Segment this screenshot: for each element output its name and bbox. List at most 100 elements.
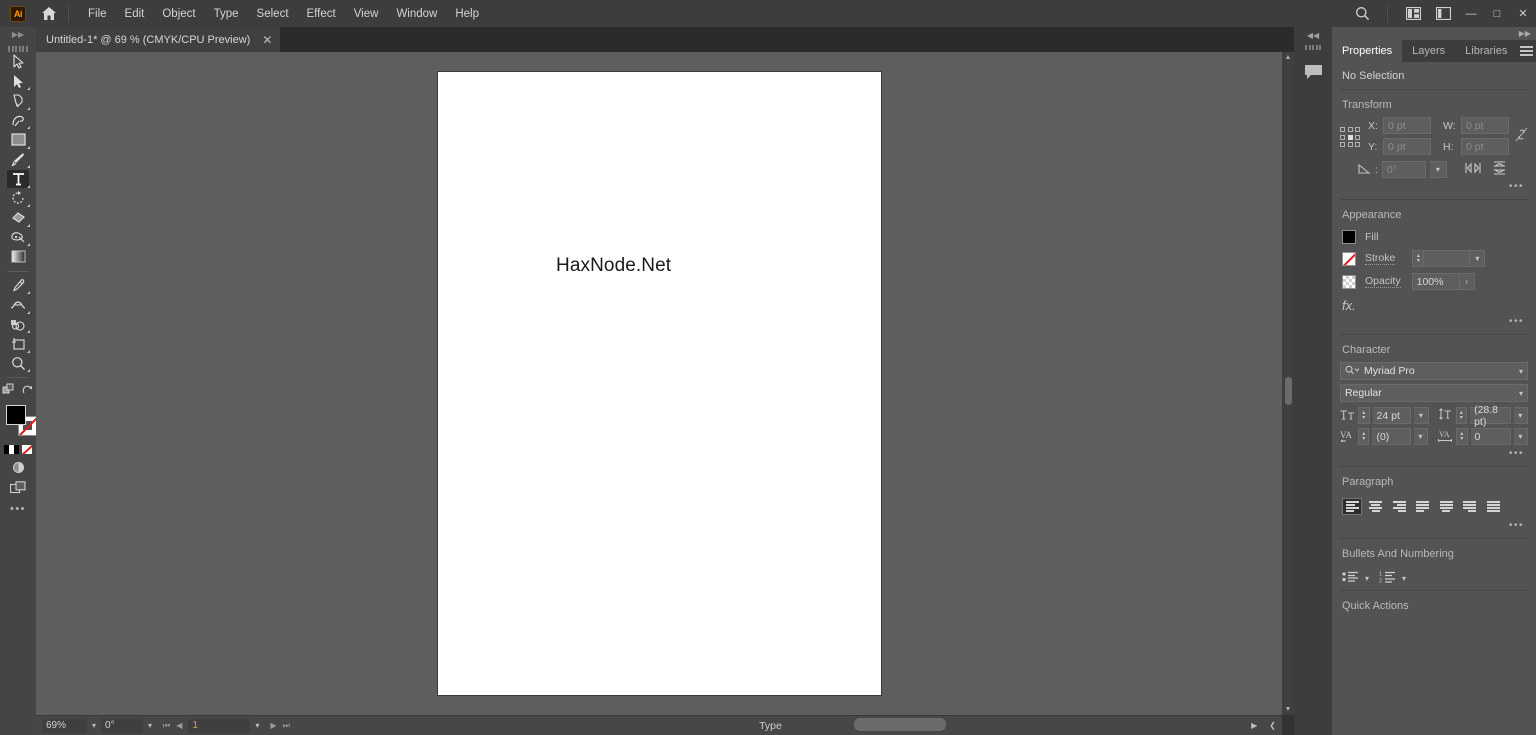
width-tool[interactable]	[0, 295, 36, 315]
flip-vertical-icon[interactable]	[1492, 161, 1507, 178]
status-expand-icon[interactable]: ▶	[1245, 721, 1263, 730]
screen-mode-icon[interactable]	[0, 477, 36, 497]
toolbar-collapse-icon[interactable]: ▶▶	[0, 27, 36, 41]
kerning-dropdown-icon[interactable]: ▾	[1413, 428, 1429, 445]
menu-edit[interactable]: Edit	[116, 4, 154, 24]
menu-window[interactable]: Window	[387, 4, 446, 24]
tracking-field[interactable]: 0	[1470, 428, 1511, 445]
font-size-stepper[interactable]: ▴ ▾	[1358, 407, 1370, 424]
menu-file[interactable]: File	[79, 4, 116, 24]
numbered-list-icon[interactable]: 12	[1379, 571, 1396, 585]
document-tab[interactable]: Untitled-1* @ 69 % (CMYK/CPU Preview) ✕	[36, 27, 282, 52]
menu-effect[interactable]: Effect	[298, 4, 345, 24]
opacity-label[interactable]: Opacity	[1365, 275, 1401, 288]
kerning-field[interactable]: (0)	[1372, 428, 1411, 445]
tracking-dropdown-icon[interactable]: ▾	[1513, 428, 1529, 445]
canvas-vertical-scrollbar[interactable]: ▲ ▼	[1282, 52, 1294, 715]
stroke-color-swatch[interactable]	[1342, 251, 1356, 266]
transform-w-field[interactable]: 0 pt	[1461, 117, 1509, 134]
rectangle-tool[interactable]	[0, 130, 36, 150]
arrange-documents-icon[interactable]	[1398, 0, 1428, 27]
scroll-down-icon[interactable]: ▼	[1282, 706, 1294, 713]
menu-object[interactable]: Object	[153, 4, 204, 24]
pen-tool[interactable]	[0, 91, 36, 111]
bulleted-list-dropdown-icon[interactable]: ▾	[1365, 574, 1369, 583]
default-fill-stroke-icon[interactable]	[22, 384, 34, 399]
font-size-dropdown-icon[interactable]: ▾	[1414, 407, 1429, 424]
zoom-level-field[interactable]: 69%	[42, 718, 87, 733]
shape-builder-tool[interactable]	[0, 315, 36, 335]
toolbar-drag-handle[interactable]	[0, 41, 36, 52]
drawing-mode-icon[interactable]	[0, 457, 36, 477]
panel-collapse-icon[interactable]: ▶▶	[1519, 29, 1531, 38]
rotation-field[interactable]: 0°	[101, 718, 144, 733]
close-icon[interactable]: ✕	[262, 34, 272, 46]
character-more-options[interactable]: •••	[1332, 445, 1536, 466]
gradient-color-icon[interactable]	[4, 445, 19, 454]
zoom-dropdown-icon[interactable]: ▾	[87, 721, 101, 730]
opacity-swatch[interactable]	[1342, 274, 1356, 289]
menu-view[interactable]: View	[345, 4, 388, 24]
last-artboard-icon[interactable]: ⏭	[283, 721, 290, 731]
font-family-select[interactable]: Myriad Pro ▾	[1340, 362, 1528, 380]
search-icon[interactable]	[1347, 0, 1377, 27]
menu-help[interactable]: Help	[446, 4, 488, 24]
paragraph-more-options[interactable]: •••	[1332, 517, 1536, 538]
justify-last-center-button[interactable]	[1436, 498, 1456, 515]
rotation-dropdown-icon[interactable]: ▾	[143, 721, 157, 730]
transform-x-field[interactable]: 0 pt	[1383, 117, 1431, 134]
justify-last-right-button[interactable]	[1460, 498, 1480, 515]
eraser-tool[interactable]	[0, 208, 36, 228]
artboard[interactable]: HaxNode.Net	[438, 72, 881, 695]
home-icon[interactable]	[40, 5, 58, 23]
maximize-button[interactable]: □	[1484, 2, 1510, 26]
angle-dropdown-icon[interactable]: ▾	[1429, 161, 1447, 178]
appearance-more-options[interactable]: •••	[1332, 313, 1536, 334]
none-color-icon[interactable]	[22, 445, 32, 454]
stroke-weight-field[interactable]	[1424, 250, 1471, 267]
eyedropper-tool[interactable]	[0, 276, 36, 296]
fill-swatch[interactable]	[6, 405, 26, 425]
leading-dropdown-icon[interactable]: ▾	[1513, 407, 1528, 424]
artboard-number-field[interactable]: 1	[188, 718, 251, 733]
transform-y-field[interactable]: 0 pt	[1383, 138, 1431, 155]
first-artboard-icon[interactable]: ⏮	[163, 721, 170, 731]
font-family-dropdown-icon[interactable]: ▾	[1519, 367, 1523, 376]
prev-artboard-icon[interactable]: ◀	[176, 721, 182, 730]
flip-horizontal-icon[interactable]	[1465, 162, 1481, 177]
fx-button[interactable]: fx.	[1332, 293, 1536, 313]
direct-selection-tool[interactable]	[0, 72, 36, 92]
opacity-options-icon[interactable]: ›	[1459, 273, 1475, 290]
menu-select[interactable]: Select	[248, 4, 298, 24]
leading-field[interactable]: (28.8 pt)	[1470, 404, 1511, 428]
font-style-select[interactable]: Regular ▾	[1340, 384, 1528, 402]
artwork-text[interactable]: HaxNode.Net	[556, 255, 671, 277]
stroke-weight-stepper[interactable]: ▴ ▾	[1412, 250, 1425, 267]
artboard-dropdown-icon[interactable]: ▾	[250, 721, 264, 730]
angle-field[interactable]: 0°	[1381, 161, 1426, 178]
leading-stepper[interactable]: ▴ ▾	[1455, 407, 1468, 424]
stroke-weight-dropdown-icon[interactable]: ▾	[1470, 250, 1486, 267]
justify-last-left-button[interactable]	[1413, 498, 1433, 515]
scroll-up-icon[interactable]: ▲	[1282, 54, 1294, 61]
dock-collapse-icon[interactable]: ◀◀	[1294, 27, 1332, 43]
link-dimensions-icon[interactable]	[1515, 117, 1528, 145]
artboard-tool[interactable]	[0, 334, 36, 354]
minimize-button[interactable]: —	[1458, 2, 1484, 26]
close-window-button[interactable]: ✕	[1510, 2, 1536, 26]
dock-drag-handle[interactable]	[1294, 43, 1332, 54]
tracking-stepper[interactable]: ▴ ▾	[1456, 428, 1468, 445]
curvature-tool[interactable]	[0, 111, 36, 131]
status-collapse-icon[interactable]: ❮	[1263, 721, 1282, 730]
tool-status-text[interactable]: Type	[296, 720, 1245, 732]
justify-all-button[interactable]	[1483, 498, 1503, 515]
tab-properties[interactable]: Properties	[1332, 40, 1403, 62]
panel-menu-icon[interactable]	[1517, 40, 1536, 62]
canvas-area[interactable]: HaxNode.Net	[36, 52, 1282, 715]
fill-stroke-swatches[interactable]	[0, 403, 38, 437]
selection-tool[interactable]	[0, 52, 36, 72]
swap-fill-stroke-icon[interactable]	[2, 383, 15, 399]
opacity-field[interactable]: 100%	[1411, 273, 1460, 290]
vertical-scroll-thumb[interactable]	[1284, 377, 1292, 405]
next-artboard-icon[interactable]: ▶	[270, 721, 276, 730]
